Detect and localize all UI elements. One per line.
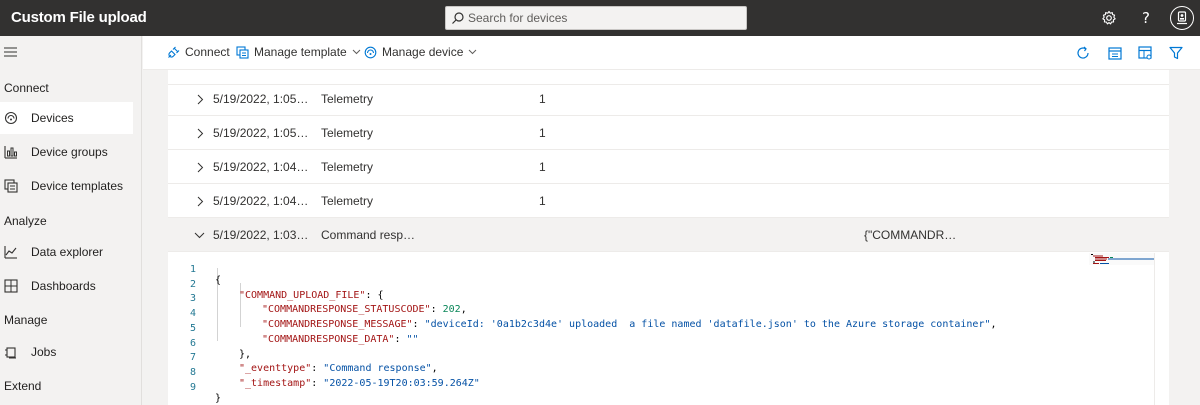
event-type: Telemetry xyxy=(321,160,374,174)
chevron-down-icon xyxy=(352,49,361,55)
event-type: Telemetry xyxy=(321,126,374,140)
sidebar-item-label: Data explorer xyxy=(31,245,104,259)
sidebar-item-label: Jobs xyxy=(31,345,57,359)
data-explorer-icon xyxy=(4,246,17,259)
event-value: {"COMMANDR… xyxy=(864,228,957,242)
code-line: 5 "COMMANDRESPONSE_DATA": "" xyxy=(168,312,1158,345)
code-line: 9 } xyxy=(168,371,1158,404)
event-timestamp: 5/19/2022, 1:04… xyxy=(213,194,309,208)
plug-icon xyxy=(168,46,180,58)
manage-device-label: Manage device xyxy=(382,45,464,59)
sidebar-item-label: Device groups xyxy=(31,145,108,159)
search-icon xyxy=(452,12,464,24)
event-timestamp: 5/19/2022, 1:04… xyxy=(213,160,309,174)
device-groups-icon xyxy=(4,146,17,159)
events-list: 5/19/2022, 1:05… Telemetry 1 5/19/2022, … xyxy=(168,70,1169,405)
event-type: Telemetry xyxy=(321,194,374,208)
app-title: Custom File upload xyxy=(11,9,147,26)
devices-icon xyxy=(4,111,18,125)
search-box[interactable] xyxy=(445,6,747,30)
refresh-icon[interactable] xyxy=(1075,45,1091,61)
code-line: 8 "_timestamp": "2022-05-19T20:03:59.264… xyxy=(168,356,1158,389)
section-manage: Manage xyxy=(4,313,48,327)
event-count: 1 xyxy=(539,92,546,106)
column-settings-icon[interactable] xyxy=(1137,45,1153,61)
table-row[interactable]: 5/19/2022, 1:04… Telemetry 1 xyxy=(168,184,1169,218)
code-line: 6 }, xyxy=(168,327,1158,360)
event-timestamp: 5/19/2022, 1:05… xyxy=(213,92,309,106)
code-line: 1 { xyxy=(168,253,1158,286)
table-row[interactable]: 5/19/2022, 1:05… Telemetry 1 xyxy=(168,116,1169,150)
search-input[interactable] xyxy=(468,9,738,27)
sidebar-item-device-groups[interactable]: Device groups xyxy=(0,136,133,168)
section-analyze: Analyze xyxy=(4,214,47,228)
chevron-right-icon[interactable] xyxy=(197,196,204,207)
device-icon xyxy=(364,46,377,58)
manage-template-label: Manage template xyxy=(254,45,347,59)
section-connect: Connect xyxy=(4,81,49,95)
code-text: } xyxy=(215,393,221,404)
section-extend: Extend xyxy=(4,379,42,393)
line-number: 9 xyxy=(189,381,196,393)
connect-label: Connect xyxy=(185,45,230,59)
sidebar-item-label: Device templates xyxy=(31,179,124,193)
event-count: 1 xyxy=(539,160,546,174)
sidebar-item-dashboards[interactable]: Dashboards xyxy=(0,270,133,302)
sidebar: Connect Devices Device groups Device tem… xyxy=(0,36,142,405)
event-type: Telemetry xyxy=(321,92,374,106)
table-row[interactable]: 5/19/2022, 1:05… Telemetry 1 xyxy=(168,82,1169,116)
calendar-icon[interactable] xyxy=(1107,45,1123,61)
chevron-right-icon[interactable] xyxy=(197,128,204,139)
jobs-icon xyxy=(5,347,16,359)
top-bar: Custom File upload ? xyxy=(0,0,1200,36)
avatar[interactable] xyxy=(1170,6,1194,30)
event-timestamp: 5/19/2022, 1:03… xyxy=(213,228,309,242)
command-bar: Connect Manage template Manage device xyxy=(143,36,1200,70)
json-viewer[interactable]: 1 { 2 "COMMAND_UPLOAD_FILE": { 3 "COMMAN… xyxy=(168,253,1169,405)
chevron-right-icon[interactable] xyxy=(197,94,204,105)
hamburger-menu-icon[interactable] xyxy=(4,46,18,58)
code-line: 3 "COMMANDRESPONSE_STATUSCODE": 202, xyxy=(168,282,1158,315)
event-count: 1 xyxy=(539,194,546,208)
event-timestamp: 5/19/2022, 1:05… xyxy=(213,126,309,140)
code-scrollbar[interactable] xyxy=(1154,253,1168,405)
manage-template-button[interactable]: Manage template xyxy=(236,45,361,59)
event-count: 1 xyxy=(539,126,546,140)
code-line: 2 "COMMAND_UPLOAD_FILE": { xyxy=(168,268,1158,301)
json-punct: } xyxy=(215,392,222,404)
sidebar-item-jobs[interactable]: Jobs xyxy=(0,336,133,368)
sidebar-item-device-templates[interactable]: Device templates xyxy=(0,170,133,202)
table-row-expanded[interactable]: 5/19/2022, 1:03… Command resp… {"COMMAND… xyxy=(168,218,1169,252)
sidebar-item-label: Devices xyxy=(31,111,74,125)
settings-gear-icon[interactable] xyxy=(1099,8,1119,28)
manage-device-button[interactable]: Manage device xyxy=(364,45,477,59)
connect-button[interactable]: Connect xyxy=(167,45,230,59)
code-line: 4 "COMMANDRESPONSE_MESSAGE": "deviceId: … xyxy=(168,297,1158,330)
device-templates-icon xyxy=(4,179,18,193)
sidebar-item-data-explorer[interactable]: Data explorer xyxy=(0,236,133,268)
template-icon xyxy=(236,45,249,59)
chevron-right-icon[interactable] xyxy=(197,162,204,173)
event-type: Command resp… xyxy=(321,228,416,242)
dashboards-icon xyxy=(4,279,18,293)
sidebar-item-label: Dashboards xyxy=(31,279,96,293)
table-row[interactable]: 5/19/2022, 1:04… Telemetry 1 xyxy=(168,150,1169,184)
profile-icon xyxy=(1177,11,1187,25)
sidebar-item-devices[interactable]: Devices xyxy=(0,102,133,134)
chevron-down-icon[interactable] xyxy=(194,232,205,239)
filter-icon[interactable] xyxy=(1168,45,1184,61)
chevron-down-icon xyxy=(469,49,477,55)
code-line: 7 "_eventtype": "Command response", xyxy=(168,341,1158,374)
help-icon[interactable]: ? xyxy=(1136,8,1156,28)
